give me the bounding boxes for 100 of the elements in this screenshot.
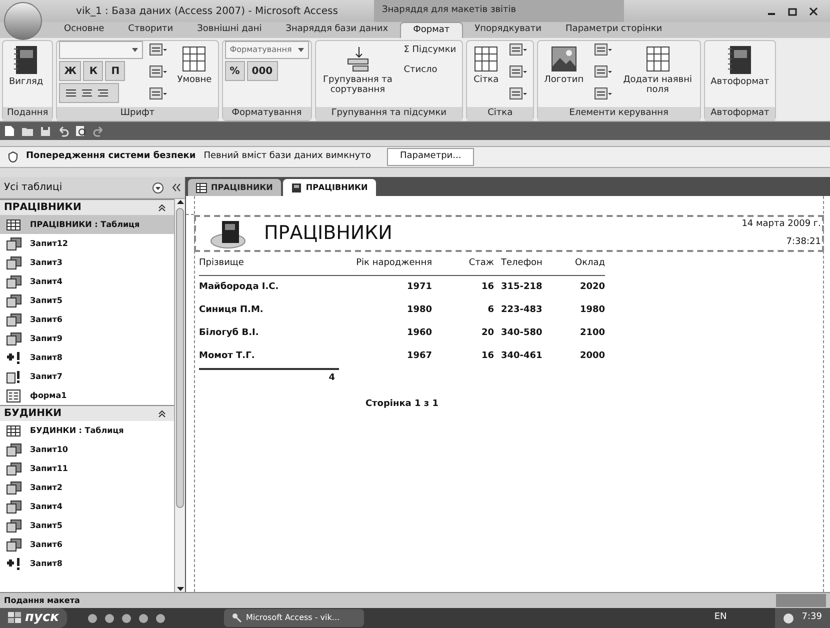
column-header: Прізвище bbox=[199, 256, 245, 270]
table-icon bbox=[6, 424, 22, 438]
close-icon[interactable] bbox=[809, 6, 818, 16]
group-label: Подання bbox=[3, 107, 52, 120]
format-button[interactable]: Ж bbox=[59, 61, 82, 81]
table-icon bbox=[196, 182, 207, 192]
query-icon bbox=[6, 274, 22, 288]
group-label: Сітка bbox=[467, 107, 534, 120]
group-label: Автоформат bbox=[704, 107, 776, 120]
plus-exclamation-icon bbox=[6, 350, 22, 364]
quick-launch-icon[interactable] bbox=[138, 612, 149, 624]
query-icon bbox=[6, 312, 22, 326]
redo-icon[interactable] bbox=[93, 126, 105, 136]
format-button[interactable]: П bbox=[105, 61, 126, 81]
group-label: Групування та підсумки bbox=[316, 107, 462, 120]
record-count: 4 bbox=[328, 372, 335, 385]
dropdown-icon[interactable] bbox=[152, 182, 164, 194]
format-button[interactable]: % bbox=[224, 61, 245, 81]
ribbon-tab[interactable]: Знаряддя бази даних bbox=[274, 22, 400, 38]
new-file-icon[interactable] bbox=[4, 125, 15, 137]
tray-icon bbox=[782, 612, 794, 624]
scrollbar[interactable] bbox=[174, 199, 185, 592]
nav-group-header[interactable]: ПРАЦІВНИКИ bbox=[0, 199, 174, 215]
ribbon-tab[interactable]: Зовнішні дані bbox=[185, 22, 274, 38]
nav-item[interactable]: ПРАЦІВНИКИ : Таблиця bbox=[0, 215, 174, 234]
align-buttons[interactable] bbox=[59, 83, 120, 103]
table-cell-text: 16 bbox=[480, 280, 494, 294]
caret-icon bbox=[132, 48, 138, 52]
table-cell-text: 223-483 bbox=[500, 304, 544, 317]
format-button[interactable]: К bbox=[83, 61, 104, 81]
table-cell-text: 16 bbox=[480, 350, 494, 363]
print-preview-icon[interactable] bbox=[75, 125, 87, 137]
taskbar-app-button[interactable]: Microsoft Access - vik... bbox=[224, 609, 364, 627]
dropdown-field[interactable]: Форматування bbox=[224, 41, 309, 59]
ribbon-tab[interactable]: Основне bbox=[52, 22, 116, 38]
ribbon-button[interactable]: Умовне bbox=[173, 41, 216, 107]
ribbon-button[interactable]: Вигляд bbox=[5, 41, 48, 107]
table-cell-text: 20 bbox=[480, 326, 494, 340]
undo-icon[interactable] bbox=[57, 126, 69, 136]
column-header: Телефон bbox=[500, 256, 544, 270]
dropdown-field[interactable] bbox=[59, 41, 144, 59]
group-label: Елементи керування bbox=[538, 107, 700, 120]
quick-launch-icon[interactable] bbox=[87, 612, 98, 624]
clock: 7:39 bbox=[802, 611, 822, 624]
save-icon[interactable] bbox=[40, 126, 51, 136]
quick-launch-icon[interactable] bbox=[121, 612, 132, 624]
ribbon-button[interactable]: Σ Підсумки bbox=[400, 41, 460, 61]
grid-icon bbox=[473, 45, 500, 73]
table-cell-text: 1967 bbox=[406, 350, 432, 363]
ribbon-tab[interactable]: Упорядкувати bbox=[462, 22, 554, 38]
image-icon bbox=[550, 45, 578, 73]
query-icon bbox=[6, 518, 22, 532]
table-cell-text: 315-218 bbox=[500, 280, 544, 294]
sort-icon bbox=[344, 45, 371, 73]
table-cell-text: Майборода І.С. bbox=[199, 280, 280, 294]
form-icon bbox=[6, 388, 22, 402]
ribbon-tab[interactable]: Формат bbox=[400, 22, 463, 38]
table-cell-text: 1980 bbox=[578, 304, 605, 317]
table-cell-text: Білогуб В.І. bbox=[199, 326, 260, 340]
plus-exclamation-icon bbox=[6, 556, 22, 570]
context-tab-title: Знаряддя для макетів звітів bbox=[374, 0, 624, 22]
collapse-pane-icon[interactable] bbox=[172, 183, 181, 192]
table-cell-text: 1980 bbox=[406, 304, 432, 317]
quick-launch-icon[interactable] bbox=[155, 612, 166, 624]
group-label: Шрифт bbox=[57, 107, 218, 120]
group-label: Форматування bbox=[222, 106, 311, 120]
column-header: Рік народження bbox=[355, 256, 432, 270]
table-icon bbox=[6, 218, 22, 232]
column-header: Стаж bbox=[468, 256, 494, 270]
windows-logo-icon bbox=[8, 612, 21, 624]
options-button[interactable]: Параметри... bbox=[386, 148, 474, 166]
table-cell-text: 2000 bbox=[578, 350, 605, 363]
document-tab[interactable]: ПРАЦІВНИКИ bbox=[188, 179, 281, 196]
start-button[interactable]: пуск bbox=[0, 608, 67, 628]
status-text: Подання макета bbox=[4, 594, 80, 606]
table-cell-text: Синиця П.М. bbox=[199, 304, 264, 317]
ribbon-button[interactable]: Логотип bbox=[540, 41, 588, 107]
nav-group-header[interactable]: БУДИНКИ bbox=[0, 405, 174, 421]
collapse-icon bbox=[158, 204, 166, 212]
ribbon-button[interactable]: Групування та сортування bbox=[318, 41, 398, 107]
open-folder-icon[interactable] bbox=[21, 125, 34, 137]
ribbon-tab[interactable]: Створити bbox=[116, 22, 186, 38]
ribbon-tab[interactable]: Параметри сторінки bbox=[554, 22, 674, 38]
ribbon-button[interactable]: Додати наявні поля bbox=[618, 41, 698, 107]
quick-launch-icon[interactable] bbox=[104, 612, 115, 624]
document-tab[interactable]: ПРАЦІВНИКИ bbox=[282, 179, 376, 196]
query-icon bbox=[6, 294, 22, 308]
grid-icon bbox=[181, 45, 208, 73]
table-cell-text: 2100 bbox=[578, 326, 605, 340]
table-cell-text: Момот Т.Г. bbox=[199, 350, 256, 363]
format-button[interactable]: 000 bbox=[246, 61, 278, 81]
maximize-icon[interactable] bbox=[788, 6, 797, 16]
language-indicator: EN bbox=[714, 611, 727, 624]
ribbon-button[interactable]: Автоформат bbox=[706, 41, 774, 107]
ribbon-button[interactable]: Сітка bbox=[469, 41, 504, 107]
report-icon bbox=[290, 182, 302, 192]
ribbon-button[interactable]: Стисло bbox=[400, 61, 442, 81]
table-cell-text: 1971 bbox=[406, 280, 432, 294]
window-title: vik_1 : База даних (Access 2007) - Microsoft Access bbox=[75, 4, 339, 18]
table-cell-text: 340-461 bbox=[500, 350, 544, 363]
